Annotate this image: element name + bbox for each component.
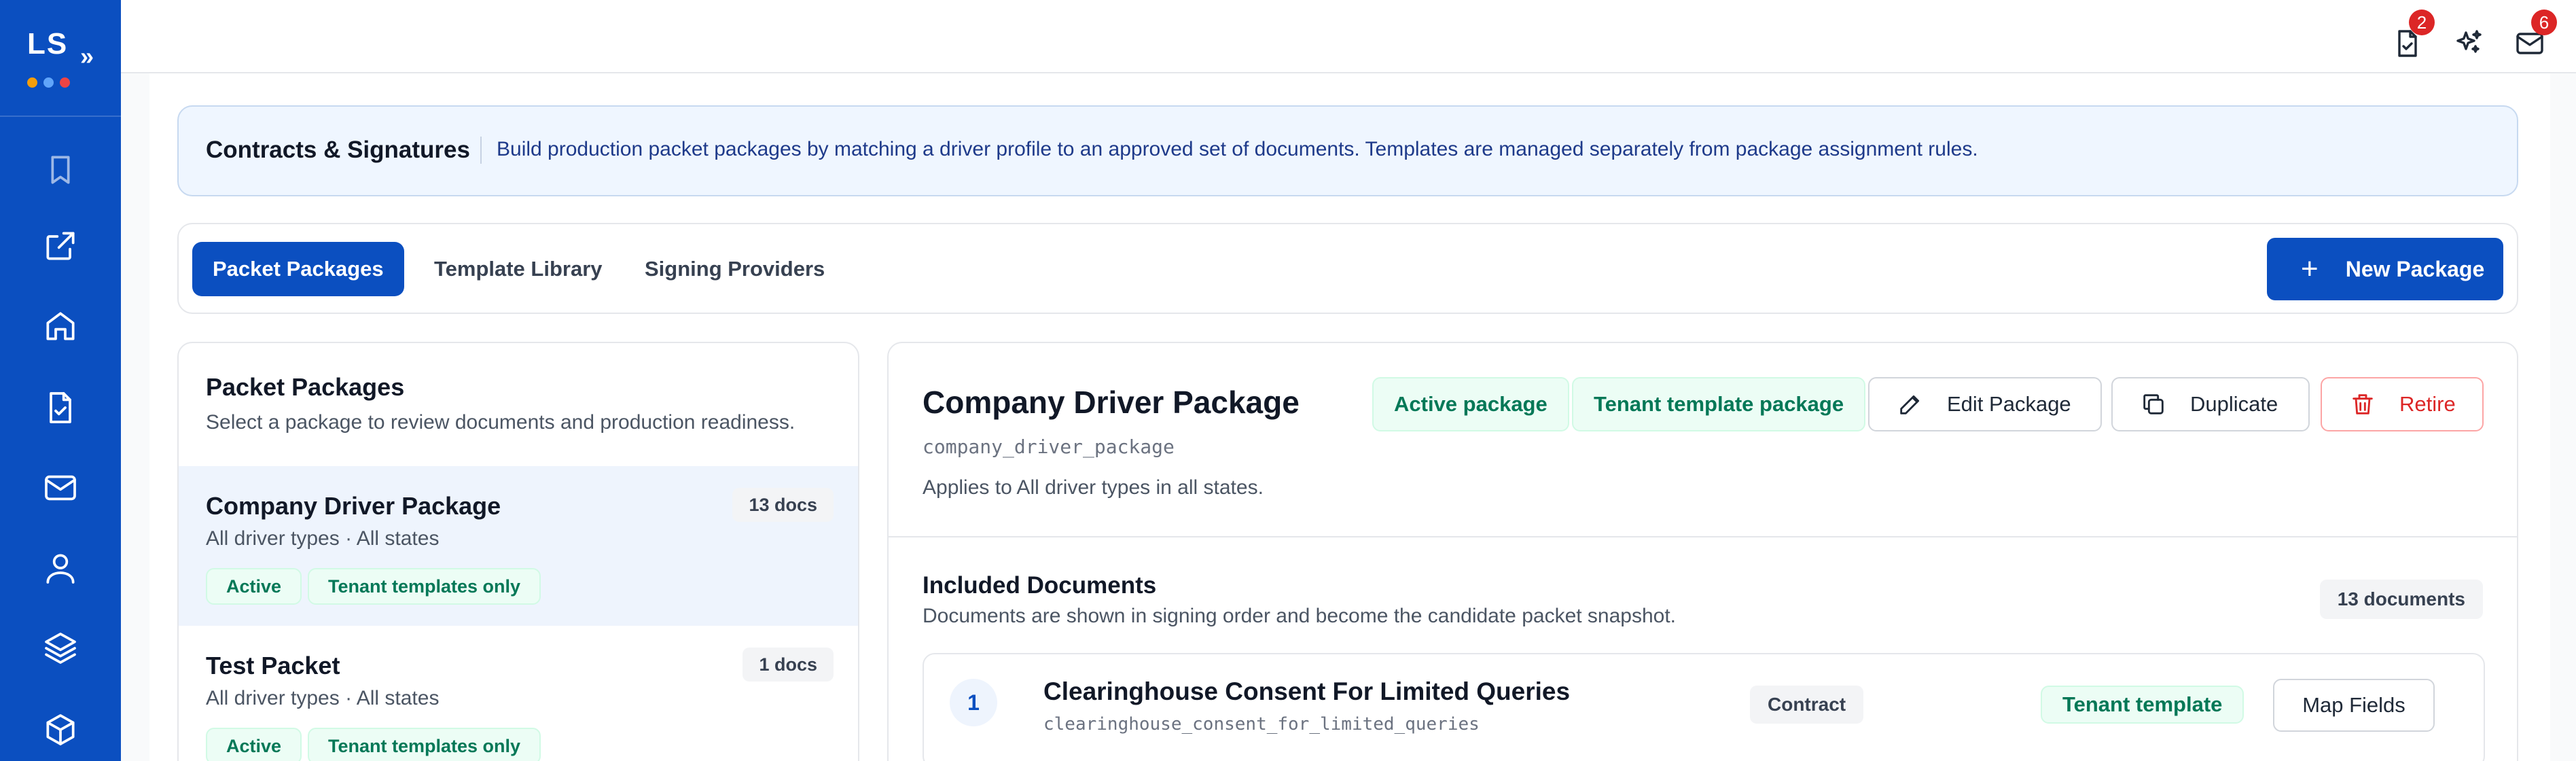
package-detail-panel: Company Driver Package company_driver_pa… — [887, 342, 2518, 761]
package-meta: All driver types · All states — [206, 527, 440, 550]
package-applies-text: Applies to All driver types in all state… — [923, 476, 1264, 499]
mail-icon[interactable] — [41, 469, 79, 507]
copy-icon — [2143, 394, 2164, 414]
document-type-badge: Contract — [1750, 686, 1864, 724]
user-icon[interactable] — [41, 549, 79, 587]
brand[interactable]: LS » — [0, 0, 121, 117]
tab-packet-packages[interactable]: Packet Packages — [192, 242, 404, 296]
brand-dot-red — [60, 77, 70, 88]
template-scope-badge: Tenant templates only — [308, 728, 541, 761]
package-item-company-driver[interactable]: Company Driver Package All driver types … — [179, 466, 858, 626]
document-order-number: 1 — [950, 679, 997, 726]
page-description: Build production packet packages by matc… — [497, 138, 1978, 160]
template-scope-badge: Tenant templates only — [308, 568, 541, 605]
package-name: Test Packet — [206, 652, 340, 679]
package-list-title: Packet Packages — [206, 373, 405, 401]
retire-button[interactable]: Retire — [2321, 377, 2484, 431]
inbox-mail-icon[interactable]: 6 — [2514, 10, 2557, 60]
pencil-icon — [1900, 395, 1920, 414]
tenant-template-package-badge: Tenant template package — [1572, 377, 1866, 431]
expand-sidebar-icon[interactable]: » — [80, 42, 94, 71]
included-documents-title: Included Documents — [923, 572, 1157, 599]
page-banner: Contracts & Signatures Build production … — [177, 105, 2518, 196]
new-package-button[interactable]: + New Package — [2267, 238, 2503, 300]
sidebar: LS » — [0, 0, 121, 761]
bookmark-icon[interactable] — [41, 151, 79, 189]
package-docs-count: 13 docs — [732, 488, 834, 522]
section-divider — [889, 536, 2517, 537]
package-icon[interactable] — [41, 711, 79, 749]
tasks-badge: 2 — [2409, 10, 2435, 35]
map-fields-button[interactable]: Map Fields — [2273, 679, 2435, 732]
file-check-icon[interactable] — [41, 389, 79, 427]
top-bar: 2 6 — [121, 0, 2576, 73]
included-documents-subtitle: Documents are shown in signing order and… — [923, 605, 1677, 627]
document-name: Clearinghouse Consent For Limited Querie… — [1043, 677, 1571, 705]
included-documents-count: 13 documents — [2319, 580, 2483, 619]
duplicate-label: Duplicate — [2190, 392, 2278, 416]
inbox-badge: 6 — [2531, 10, 2557, 35]
package-detail-title: Company Driver Package — [923, 385, 1300, 420]
edit-package-button[interactable]: Edit Package — [1868, 377, 2102, 431]
package-name: Company Driver Package — [206, 492, 501, 520]
package-docs-count: 1 docs — [743, 648, 834, 682]
tasks-file-check-icon[interactable]: 2 — [2391, 10, 2435, 60]
package-list-subtitle: Select a package to review documents and… — [206, 411, 795, 433]
banner-divider — [480, 137, 482, 164]
tab-template-library[interactable]: Template Library — [414, 242, 623, 296]
status-badge: Active — [206, 728, 302, 761]
home-icon[interactable] — [41, 307, 79, 345]
brand-logo: LS — [27, 27, 69, 60]
page-title: Contracts & Signatures — [206, 137, 470, 163]
retire-label: Retire — [2399, 392, 2456, 416]
brand-dot-amber — [27, 77, 37, 88]
package-code: company_driver_package — [923, 436, 1175, 458]
plus-icon: + — [2301, 252, 2319, 285]
active-package-badge: Active package — [1372, 377, 1569, 431]
document-template-badge: Tenant template — [2041, 686, 2244, 724]
external-link-icon[interactable] — [41, 227, 79, 265]
sparkles-icon[interactable] — [2452, 27, 2485, 60]
tab-signing-providers[interactable]: Signing Providers — [624, 242, 845, 296]
layers-icon[interactable] — [41, 629, 79, 667]
status-badge: Active — [206, 568, 302, 605]
new-package-label: New Package — [2345, 256, 2485, 281]
package-list-panel: Packet Packages Select a package to revi… — [177, 342, 859, 761]
duplicate-button[interactable]: Duplicate — [2111, 377, 2310, 431]
tab-bar: Packet Packages Template Library Signing… — [177, 223, 2518, 314]
edit-package-label: Edit Package — [1947, 392, 2071, 416]
document-row: 1 Clearinghouse Consent For Limited Quer… — [923, 653, 2485, 761]
trash-icon — [2353, 394, 2373, 414]
package-meta: All driver types · All states — [206, 687, 440, 709]
document-code: clearinghouse_consent_for_limited_querie… — [1043, 714, 1480, 735]
package-item-test-packet[interactable]: Test Packet All driver types · All state… — [179, 626, 858, 761]
brand-dot-blue — [43, 77, 54, 88]
